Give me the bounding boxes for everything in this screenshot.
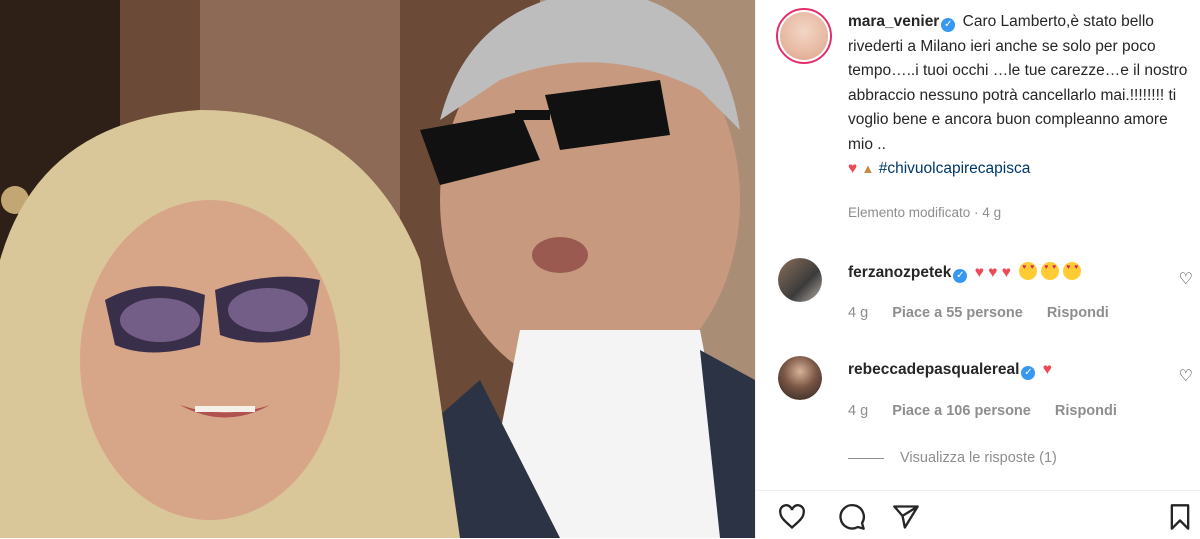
comment-text: rebeccadepasqualereal ✓ ♥ (848, 361, 1052, 380)
heart-icon[interactable] (778, 503, 806, 531)
commenter-avatar[interactable] (778, 258, 822, 302)
hashtag-link[interactable]: #chivuolcapirecapisca (879, 160, 1031, 177)
author-avatar[interactable] (776, 8, 832, 64)
red-heart-emoji-icon: ♥ ♥ ♥ (974, 264, 1011, 281)
red-heart-emoji-icon: ♥ (1042, 361, 1052, 378)
instagram-post: mara_venier ✓ Caro Lamberto,è stato bello… (0, 0, 1200, 538)
heart-eyes-emoji-icon (1063, 262, 1082, 280)
comment-meta: 4 g Piace a 106 persone Rispondi (848, 403, 1137, 419)
post-caption: mara_venier ✓ Caro Lamberto,è stato bello… (848, 10, 1188, 182)
action-bar (756, 490, 1200, 539)
bookmark-icon[interactable] (1166, 503, 1194, 531)
author-username[interactable]: mara_venier (848, 13, 939, 30)
view-replies-link[interactable]: Visualizza le risposte (1) (848, 450, 1057, 466)
heart-eyes-emoji-icon (1041, 262, 1060, 280)
comment-likes-link[interactable]: Piace a 55 persone (892, 305, 1023, 321)
edited-timestamp: Elemento modificato · 4 g (848, 205, 1002, 220)
comment-age: 4 g (848, 403, 869, 419)
commenter-username[interactable]: ferzanozpetek (848, 264, 951, 281)
comment-icon[interactable] (838, 503, 866, 531)
comment-like-heart-icon[interactable]: ♡ (1179, 269, 1193, 289)
caption-text: Caro Lamberto,è stato bello rivederti a … (848, 13, 1188, 153)
commenter-avatar[interactable] (778, 356, 822, 400)
comment-meta: 4 g Piace a 55 persone Rispondi (848, 305, 1129, 321)
cake-emoji-icon: ▲ (861, 161, 875, 176)
comment-age: 4 g (848, 305, 869, 321)
post-photo[interactable] (0, 0, 755, 538)
heart-eyes-emoji-icon (1019, 262, 1038, 280)
replies-divider (848, 457, 884, 459)
verified-badge-icon: ✓ (941, 18, 956, 32)
comment-like-heart-icon[interactable]: ♡ (1179, 366, 1193, 386)
comment-likes-link[interactable]: Piace a 106 persone (892, 403, 1031, 419)
view-replies-label: Visualizza le risposte (1) (900, 450, 1057, 466)
verified-badge-icon: ✓ (953, 269, 968, 283)
verified-badge-icon: ✓ (1021, 366, 1036, 380)
photo-illustration (0, 0, 755, 538)
reply-button[interactable]: Rispondi (1047, 305, 1109, 321)
share-icon[interactable] (892, 503, 920, 531)
comment-text: ferzanozpetek ✓ ♥ ♥ ♥ (848, 262, 1082, 283)
reply-button[interactable]: Rispondi (1055, 403, 1117, 419)
post-details-panel: mara_venier ✓ Caro Lamberto,è stato bello… (755, 0, 1200, 538)
red-heart-emoji-icon: ♥ (848, 160, 858, 177)
commenter-username[interactable]: rebeccadepasqualereal (848, 361, 1019, 378)
